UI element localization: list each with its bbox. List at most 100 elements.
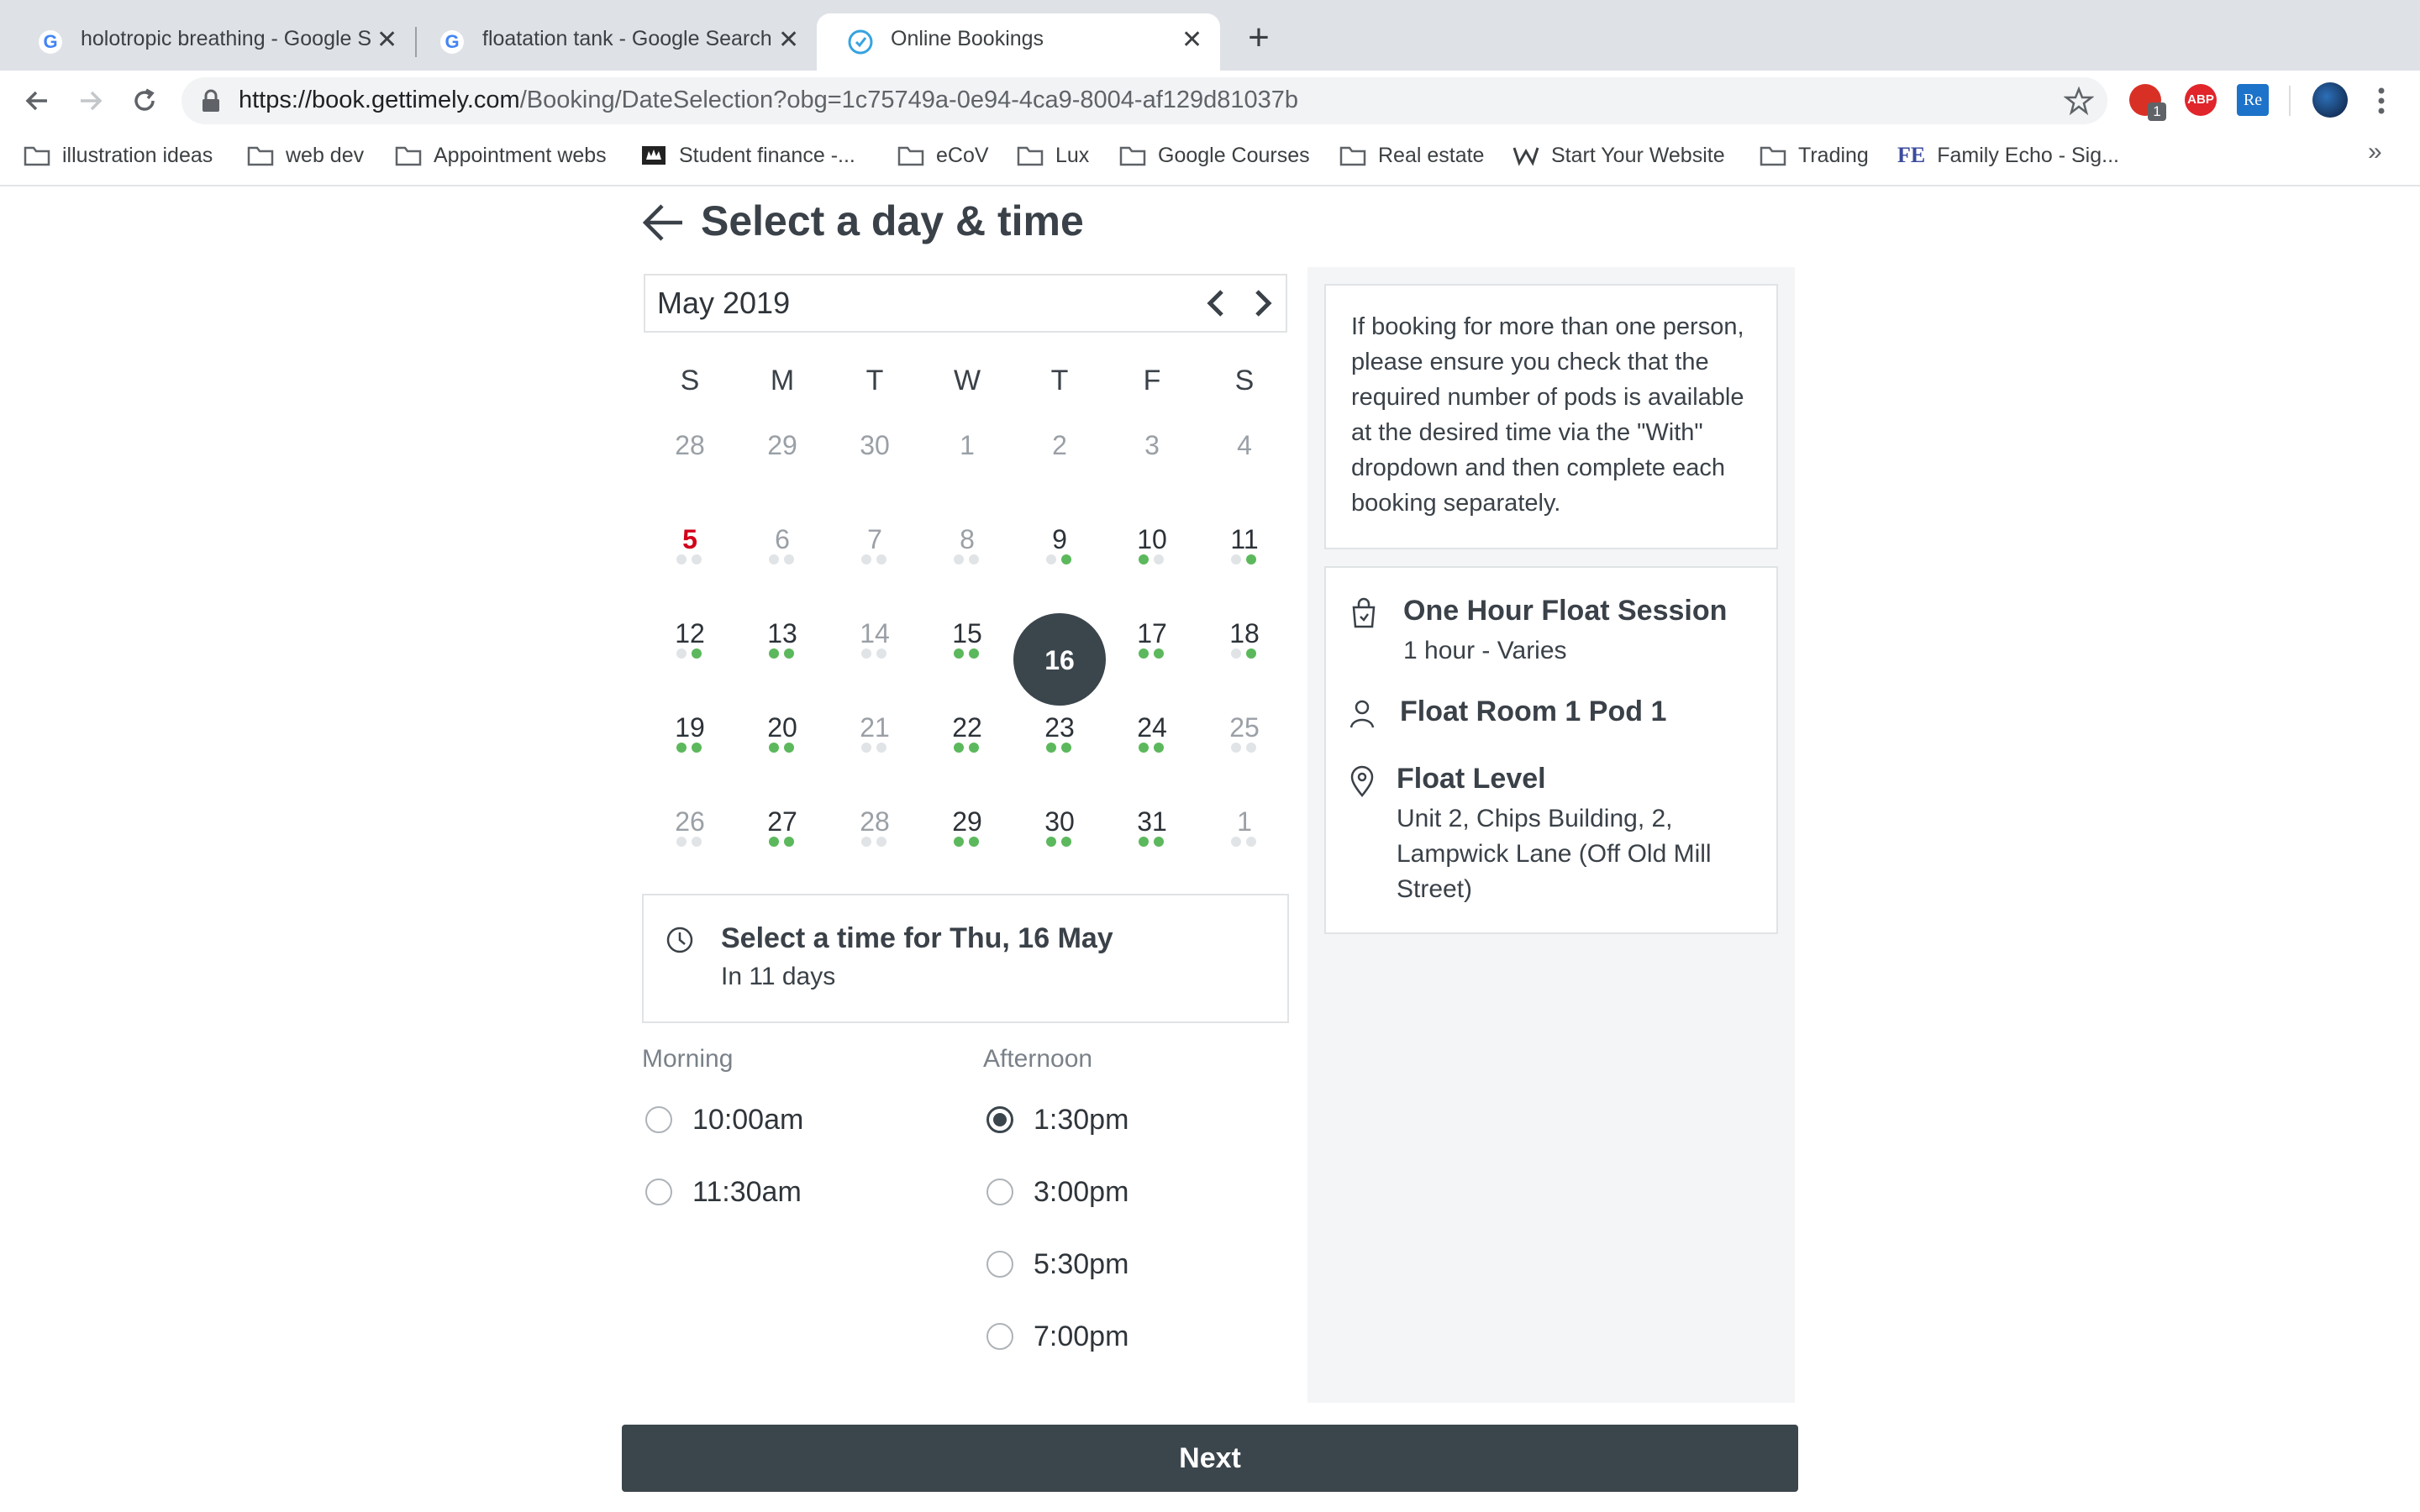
- back-arrow-icon[interactable]: [640, 202, 686, 244]
- calendar-day[interactable]: 30: [1013, 783, 1106, 875]
- close-icon[interactable]: ✕: [778, 25, 799, 55]
- availability-dots: [1046, 837, 1073, 847]
- availability-dot: [954, 837, 964, 847]
- availability-dot: [1046, 554, 1056, 564]
- availability-dots: [1046, 743, 1073, 753]
- radio-checked[interactable]: [986, 1106, 1013, 1133]
- availability-dot: [1046, 837, 1056, 847]
- availability-dot: [969, 648, 979, 659]
- time-slot-option[interactable]: 1:30pm: [986, 1097, 1128, 1142]
- next-button[interactable]: Next: [622, 1425, 1798, 1492]
- shopping-bag-icon: [1352, 597, 1376, 628]
- tab-holotropic[interactable]: G holotropic breathing - Google S ✕: [7, 13, 415, 71]
- bookmark-item[interactable]: Student finance -...: [640, 134, 855, 176]
- calendar-day[interactable]: 19: [644, 689, 736, 781]
- bookmark-item[interactable]: FE Family Echo - Sig...: [1897, 134, 2119, 176]
- radio-unchecked[interactable]: [986, 1251, 1013, 1278]
- bookmark-item[interactable]: Real estate: [1339, 134, 1484, 176]
- bookmark-item[interactable]: Lux: [1017, 134, 1089, 176]
- bookmark-item[interactable]: eCoV: [897, 134, 989, 176]
- calendar-day[interactable]: 22: [921, 689, 1013, 781]
- calendar-day[interactable]: 11: [1198, 501, 1291, 593]
- time-slot-label: 5:30pm: [1034, 1247, 1129, 1280]
- calendar-day[interactable]: 5: [644, 501, 736, 593]
- availability-dots: [954, 554, 981, 564]
- time-slot-option[interactable]: 10:00am: [645, 1097, 803, 1142]
- availability-dot: [1231, 743, 1241, 753]
- availability-dots: [1139, 648, 1165, 659]
- new-tab-button[interactable]: +: [1239, 18, 1279, 59]
- radio-unchecked[interactable]: [986, 1179, 1013, 1205]
- radio-unchecked[interactable]: [645, 1106, 672, 1133]
- calendar-day[interactable]: 12: [644, 595, 736, 687]
- day-number: 31: [1137, 806, 1167, 837]
- availability-dots: [676, 648, 703, 659]
- calendar-day[interactable]: 24: [1106, 689, 1198, 781]
- chevron-left-icon[interactable]: [1202, 287, 1232, 319]
- bookmark-item[interactable]: illustration ideas: [24, 134, 213, 176]
- back-icon[interactable]: [18, 82, 55, 119]
- folder-icon: [1339, 146, 1366, 166]
- availability-dot: [1154, 837, 1164, 847]
- menu-kebab-icon[interactable]: [2371, 84, 2391, 118]
- bookmark-label: Real estate: [1378, 143, 1485, 167]
- calendar-day[interactable]: 10: [1106, 501, 1198, 593]
- day-number: 26: [675, 806, 705, 837]
- availability-dot: [1139, 837, 1149, 847]
- calendar-day[interactable]: 31: [1106, 783, 1198, 875]
- calendar-day[interactable]: 20: [736, 689, 829, 781]
- reload-icon[interactable]: [126, 82, 163, 119]
- availability-dot: [969, 743, 979, 753]
- tab-floatation[interactable]: G floatation tank - Google Search ✕: [408, 13, 817, 71]
- calendar-day[interactable]: 29: [921, 783, 1013, 875]
- month-label: May 2019: [657, 286, 791, 320]
- day-number: 15: [952, 618, 982, 648]
- day-number: 1: [1237, 806, 1252, 837]
- day-number: 30: [1044, 806, 1075, 837]
- calendar-day[interactable]: 23: [1013, 689, 1106, 781]
- bookmark-star-icon[interactable]: [2064, 86, 2094, 116]
- bookmark-item[interactable]: Start Your Website: [1512, 134, 1725, 176]
- time-slot-option[interactable]: 11:30am: [645, 1169, 802, 1215]
- availability-dot: [1061, 554, 1071, 564]
- calendar-day[interactable]: 13: [736, 595, 829, 687]
- availability-dot: [769, 837, 779, 847]
- calendar-day: 2: [1013, 407, 1106, 499]
- tab-online-bookings[interactable]: Online Bookings ✕: [817, 13, 1220, 71]
- radio-unchecked[interactable]: [986, 1323, 1013, 1350]
- calendar-day[interactable]: 27: [736, 783, 829, 875]
- calendar-day: 6: [736, 501, 829, 593]
- bookmark-item[interactable]: Appointment webs: [395, 134, 607, 176]
- readwise-icon[interactable]: Re: [2237, 84, 2269, 116]
- folder-icon: [897, 146, 924, 166]
- day-number: 8: [960, 524, 975, 554]
- availability-dot: [1154, 648, 1164, 659]
- time-slot-label: 7:00pm: [1034, 1320, 1129, 1352]
- availability-dot: [1154, 554, 1164, 564]
- bookmarks-overflow-icon[interactable]: »: [2368, 138, 2382, 166]
- bookmark-item[interactable]: Trading: [1760, 134, 1869, 176]
- adblock-icon[interactable]: ABP: [2185, 84, 2217, 116]
- bookmark-item[interactable]: Google Courses: [1119, 134, 1310, 176]
- folder-icon: [1017, 146, 1044, 166]
- time-slot-option[interactable]: 5:30pm: [986, 1242, 1128, 1287]
- avatar[interactable]: [2312, 82, 2348, 118]
- close-icon[interactable]: ✕: [1181, 25, 1202, 55]
- calendar-day[interactable]: 17: [1106, 595, 1198, 687]
- bookmark-label: Student finance -...: [679, 143, 855, 167]
- time-slot-option[interactable]: 3:00pm: [986, 1169, 1128, 1215]
- google-icon: G: [440, 30, 464, 54]
- bookmark-item[interactable]: web dev: [247, 134, 364, 176]
- calendar-day[interactable]: 9: [1013, 501, 1106, 593]
- forward-icon[interactable]: [72, 82, 109, 119]
- availability-dots: [676, 837, 703, 847]
- availability-dot: [954, 743, 964, 753]
- radio-unchecked[interactable]: [645, 1179, 672, 1205]
- time-slot-option[interactable]: 7:00pm: [986, 1314, 1128, 1359]
- calendar-day[interactable]: 18: [1198, 595, 1291, 687]
- calendar-day[interactable]: 15: [921, 595, 1013, 687]
- student-finance-icon: [642, 146, 666, 165]
- bookmark-label: Family Echo - Sig...: [1937, 143, 2119, 167]
- close-icon[interactable]: ✕: [376, 25, 397, 55]
- chevron-right-icon[interactable]: [1247, 287, 1277, 319]
